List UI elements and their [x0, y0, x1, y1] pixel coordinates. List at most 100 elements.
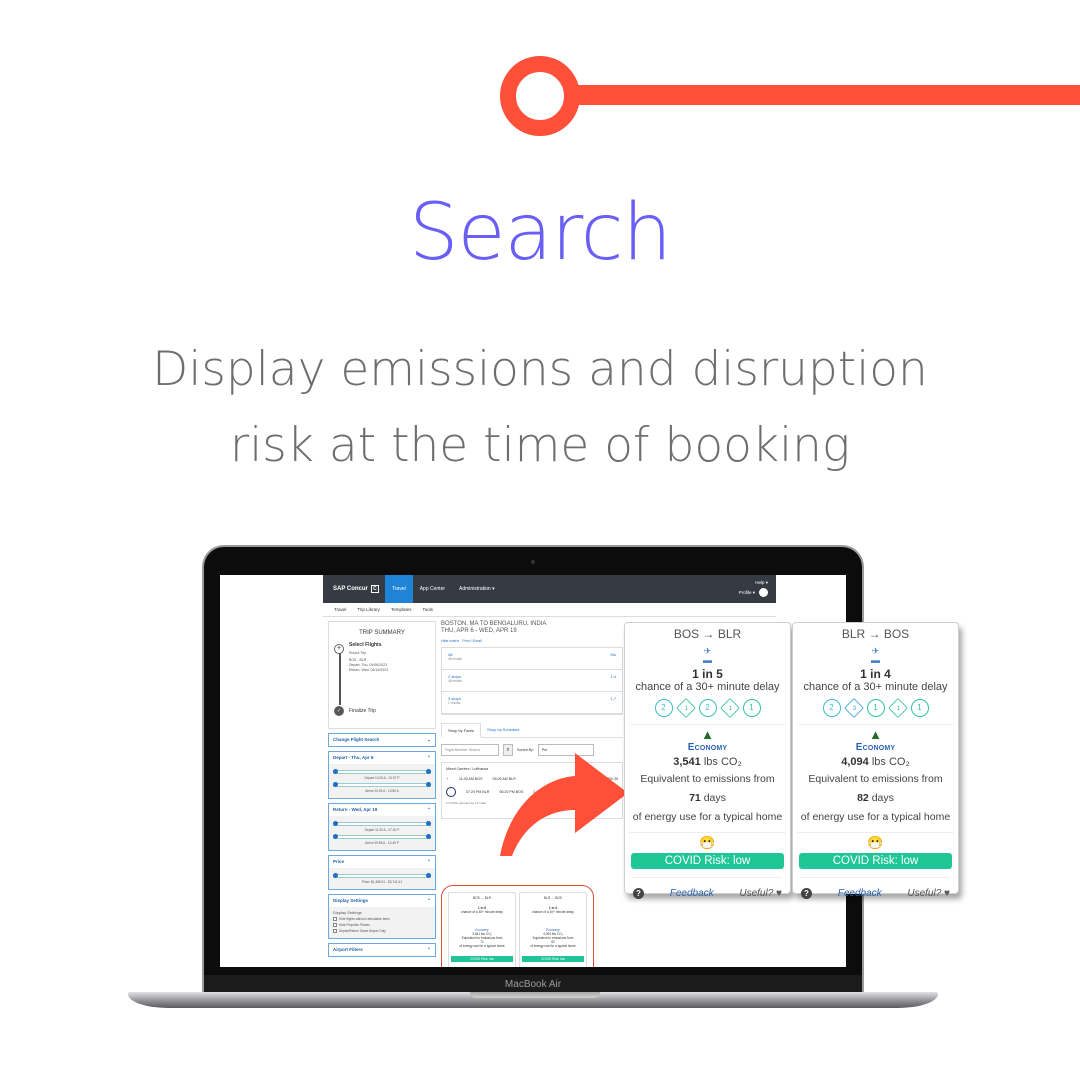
mini-card-return: BLR → BOS 1 in 4 chance of a 30+ minute …	[519, 892, 587, 967]
delay-badge: 1	[742, 699, 761, 717]
chevron-down-icon[interactable]: ⌄	[427, 737, 431, 743]
curved-arrow-icon	[500, 753, 628, 856]
delay-badge: 1	[866, 699, 885, 717]
delay-badge: 2	[698, 699, 717, 717]
cabin-class: Economy	[855, 742, 896, 753]
chevron-up-icon[interactable]: ⌃	[427, 755, 431, 761]
card-route: BOS → BLR	[673, 627, 742, 641]
print-email-link[interactable]: Print / Email	[462, 639, 481, 643]
chevron-up-icon[interactable]: ⌃	[427, 898, 431, 904]
checkbox-refundable[interactable]: Hide flights without refundable fares	[333, 917, 431, 921]
useful-button[interactable]: Useful? ♥	[907, 888, 950, 899]
fare-matrix: All 49 results Mu 2 stops 48 results 1,4 3 s…	[441, 647, 623, 715]
top-nav: SAP Concur C Travel App Center Administr…	[323, 575, 776, 603]
delay-badge: 2	[822, 699, 841, 717]
delay-badge: 3	[843, 698, 864, 718]
subheadline-line-1: Display emissions and disruption	[152, 342, 928, 397]
chevron-up-icon[interactable]: ⌃	[427, 807, 431, 813]
home-energy-text: of energy use for a typical home	[632, 811, 783, 823]
delay-odds: 1 in 5	[692, 667, 723, 681]
check-icon: ✓	[334, 706, 344, 716]
help-menu[interactable]: Help ▾	[739, 578, 768, 588]
brand-logo[interactable]: SAP Concur C	[323, 575, 385, 603]
return-filter-panel: Return - Wed, Apr 19 ⌃ Depart 11:30 A - 0…	[328, 803, 436, 851]
delay-badges: 21211	[625, 698, 790, 718]
progress-line	[575, 85, 1080, 105]
delay-badge: 1	[910, 699, 929, 717]
display-settings-panel: Display Settings ⌃ Display Settings Hide …	[328, 894, 436, 939]
user-avatar-icon[interactable]	[759, 588, 768, 598]
panel-title: Change Flight Search	[333, 737, 380, 742]
headline: Search	[409, 188, 672, 278]
help-icon[interactable]: ?	[633, 888, 644, 899]
nav-travel[interactable]: Travel	[385, 575, 413, 603]
change-flight-search-panel[interactable]: Change Flight Search ⌄	[328, 733, 436, 747]
outbound-depart: 11:00 AM BOS	[459, 777, 483, 781]
days-equivalent: 82 days	[857, 792, 894, 804]
panel-title: Airport Filters	[333, 947, 363, 952]
tab-shop-by-fares[interactable]: Shop by Fares	[441, 723, 482, 738]
delay-badge: 2	[654, 699, 673, 717]
trip-summary: TRIP SUMMARY + Select Flights Round Trip…	[328, 621, 436, 729]
slider-label: Arrive 02:25 A - 10:50 A	[365, 789, 399, 793]
subheadline-line-2: risk at the time of booking	[229, 418, 851, 473]
delay-odds: 1 in 4	[860, 667, 891, 681]
chevron-up-icon[interactable]: ⌃	[427, 859, 431, 865]
checkbox-same-airport[interactable]: Depart/Return Same Airport Only	[333, 929, 431, 933]
price-slider[interactable]	[333, 873, 431, 878]
step-connector	[339, 649, 341, 705]
delay-badge: 1	[675, 698, 696, 718]
return-arrive-slider[interactable]	[333, 834, 431, 839]
trip-type: Round Trip	[349, 651, 367, 655]
display-settings-label: Display Settings	[333, 910, 362, 915]
checkbox-propeller[interactable]: Hide Propeller Planes	[333, 923, 431, 927]
delay-badge: 1	[719, 698, 740, 718]
trip-summary-title: TRIP SUMMARY	[359, 630, 405, 636]
arrive-time-slider[interactable]	[333, 782, 431, 787]
panel-title: Depart - Thu, Apr 6	[333, 755, 374, 760]
hide-matrix-link[interactable]: Hide matrix	[441, 639, 459, 643]
matrix-row-all[interactable]: All 49 results Mu	[442, 648, 622, 670]
emissions-card-outbound: BOS → BLR ✈ ▬ 1 in 5 chance of a 30+ minu…	[624, 622, 791, 899]
step-select-flights: Select Flights	[349, 642, 382, 648]
home-energy-text: of energy use for a typical home	[800, 811, 951, 823]
subnav-trip-library[interactable]: Trip Library	[357, 607, 380, 612]
nav-app-center[interactable]: App Center	[413, 575, 452, 603]
depart-time-slider[interactable]	[333, 769, 431, 774]
delay-text: chance of a 30+ minute delay	[803, 681, 948, 693]
mini-card-outbound: BOS → BLR 1 in 5 chance of a 30+ minute …	[448, 892, 516, 967]
subnav-tools[interactable]: Tools	[422, 607, 433, 612]
subnav-travel[interactable]: Travel	[334, 607, 346, 612]
mask-face-icon: 😷	[867, 835, 884, 850]
chevron-up-icon[interactable]: ⌃	[427, 947, 431, 953]
equivalent-text: Equivalent to emissions from	[808, 773, 943, 785]
covid-risk-badge: COVID Risk: low	[631, 853, 784, 869]
nav-administration[interactable]: Administration ▾	[452, 575, 502, 603]
delay-badges: 23111	[793, 698, 958, 718]
return-depart: 07:20 PM BLR	[466, 790, 490, 794]
useful-button[interactable]: Useful? ♥	[739, 888, 782, 899]
matrix-row-2-stops[interactable]: 2 stops 48 results 1,4	[442, 670, 622, 692]
panel-title: Display Settings	[333, 898, 369, 903]
airport-filters-panel: Airport Filters ⌃	[328, 943, 436, 957]
emissions-card-return: BLR → BOS ✈ ▬ 1 in 4 chance of a 30+ minu…	[792, 622, 959, 899]
matrix-row-3-stops[interactable]: 3 stops 1 results 1,7	[442, 692, 622, 714]
help-icon[interactable]: ?	[801, 888, 812, 899]
highlighted-mini-cards: BOS → BLR 1 in 5 chance of a 30+ minute …	[441, 885, 594, 967]
return-depart-slider[interactable]	[333, 821, 431, 826]
plane-icon: ✈	[446, 777, 450, 781]
feedback-link[interactable]: Feedback	[670, 888, 714, 899]
subnav-templates[interactable]: Templates	[391, 607, 412, 612]
depart-filter-panel: Depart - Thu, Apr 6 ⌃ Depart 10:26 A - 12…	[328, 751, 436, 799]
laptop-notch	[470, 992, 600, 998]
co2-emissions: 4,094 lbs CO₂	[841, 756, 910, 768]
slider-label: Depart 11:30 A - 07:20 P	[364, 828, 400, 832]
sub-nav: Travel Trip Library Templates Tools	[323, 603, 776, 617]
feedback-link[interactable]: Feedback	[838, 888, 882, 899]
days-equivalent: 71 days	[689, 792, 726, 804]
panel-title: Price	[333, 859, 345, 864]
slider-label: Arrive 09:58 A - 10:49 P	[365, 841, 399, 845]
tab-shop-by-schedule[interactable]: Shop by Schedule	[481, 723, 525, 737]
left-sidebar: TRIP SUMMARY + Select Flights Round Trip…	[328, 621, 436, 957]
profile-menu[interactable]: Profile ▾	[739, 590, 755, 595]
